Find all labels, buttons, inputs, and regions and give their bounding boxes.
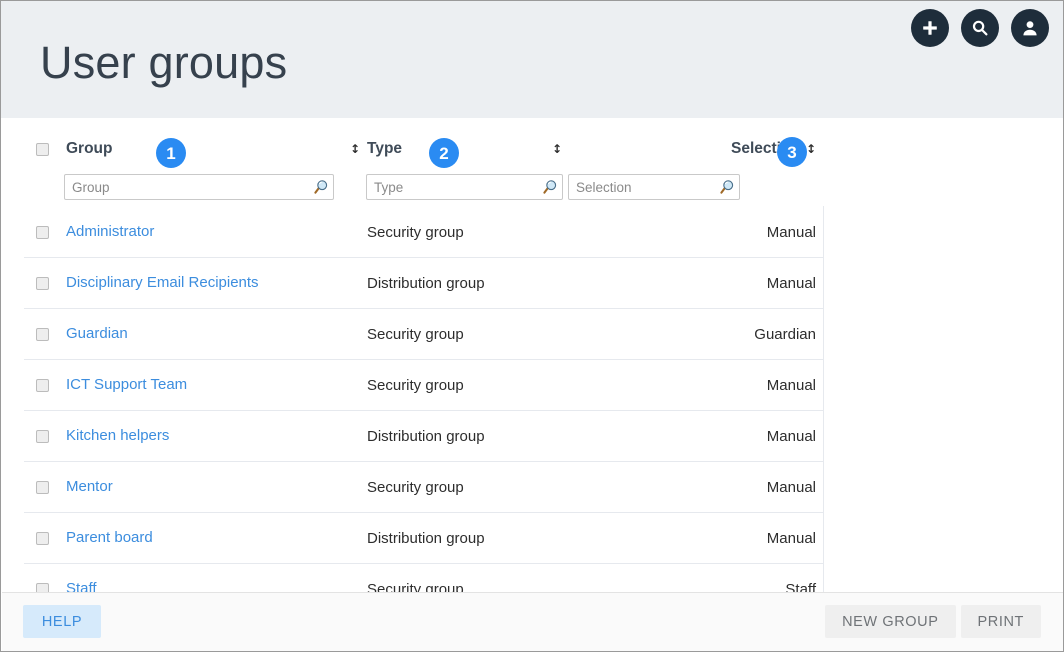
row-checkbox[interactable]	[36, 378, 49, 392]
cell-selection: Manual	[766, 427, 816, 445]
step-badge-3: 3	[777, 137, 807, 167]
cell-type: Security group	[367, 223, 464, 241]
cell-group: Administrator	[64, 223, 366, 241]
user-groups-table: Group ↕ Type ↕ Selection ↕ Group Type Se…	[24, 131, 824, 614]
sort-toggle-type[interactable]: ↕	[552, 143, 568, 155]
cell-selection: Manual	[766, 223, 816, 241]
row-checkbox[interactable]	[36, 225, 49, 239]
cell-type: Distribution group	[367, 529, 485, 547]
group-link[interactable]: Kitchen helpers	[64, 427, 169, 444]
group-link[interactable]: Disciplinary Email Recipients	[64, 274, 259, 291]
table-row[interactable]: Administrator Security group Manual	[24, 207, 824, 257]
column-header-group-label: Group	[66, 140, 113, 157]
person-icon	[1020, 18, 1040, 38]
row-select-cell	[24, 429, 64, 443]
row-checkbox[interactable]	[36, 531, 49, 545]
table-row[interactable]: ICT Support Team Security group Manual	[24, 359, 824, 410]
group-filter-input[interactable]	[64, 174, 334, 200]
row-select-cell	[24, 327, 64, 341]
cell-group: ICT Support Team	[64, 376, 366, 394]
column-header-type-label: Type	[367, 140, 403, 157]
sort-toggle-selection[interactable]: ↕	[806, 143, 816, 155]
type-filter-input[interactable]	[366, 174, 563, 200]
table-row[interactable]: Guardian Security group Guardian	[24, 308, 824, 359]
search-button[interactable]	[961, 9, 999, 47]
cell-selection: Manual	[766, 529, 816, 547]
step-badge-2: 2	[429, 138, 459, 168]
cell-selection: Manual	[766, 274, 816, 292]
cell-selection: Manual	[766, 376, 816, 394]
table-row[interactable]: Mentor Security group Manual	[24, 461, 824, 512]
table-filter-row	[24, 167, 824, 207]
cell-type: Security group	[367, 376, 464, 394]
selection-filter-cell	[568, 174, 740, 200]
print-button[interactable]: PRINT	[960, 605, 1041, 638]
selection-filter-input[interactable]	[568, 174, 740, 200]
type-filter-cell	[366, 174, 563, 200]
select-all-checkbox[interactable]	[36, 142, 49, 156]
cell-group: Parent board	[64, 529, 366, 547]
table-header-row: Group ↕ Type ↕ Selection ↕	[24, 131, 824, 167]
table-row[interactable]: Parent board Distribution group Manual	[24, 512, 824, 563]
row-checkbox[interactable]	[36, 276, 49, 290]
cell-selection: Manual	[766, 478, 816, 496]
group-link[interactable]: Mentor	[64, 478, 113, 495]
cell-group: Kitchen helpers	[64, 427, 366, 445]
group-link[interactable]: Guardian	[64, 325, 128, 342]
row-select-cell	[24, 378, 64, 392]
cell-group: Disciplinary Email Recipients	[64, 274, 366, 292]
cell-selection: Guardian	[754, 325, 816, 343]
group-link[interactable]: Parent board	[64, 529, 153, 546]
header-action-bar	[911, 9, 1049, 47]
group-link[interactable]: Administrator	[64, 223, 154, 240]
row-checkbox[interactable]	[36, 327, 49, 341]
cell-type: Security group	[367, 478, 464, 496]
help-button[interactable]: HELP	[23, 605, 101, 638]
select-all-cell	[24, 142, 64, 156]
page-header: User groups	[1, 1, 1063, 118]
footer-action-group: NEW GROUP PRINT	[825, 605, 1041, 638]
sort-toggle-group[interactable]: ↕	[350, 143, 366, 155]
group-filter-cell	[64, 174, 334, 200]
cell-group: Mentor	[64, 478, 366, 496]
table-body: Administrator Security group Manual Discipl…	[24, 207, 824, 614]
table-right-border	[823, 206, 824, 597]
page-title: User groups	[40, 37, 288, 88]
row-select-cell	[24, 480, 64, 494]
step-badge-1: 1	[156, 138, 186, 168]
footer-bar: HELP NEW GROUP PRINT	[2, 592, 1063, 651]
row-checkbox[interactable]	[36, 429, 49, 443]
plus-icon	[920, 18, 940, 38]
cell-type: Security group	[367, 325, 464, 343]
table-row[interactable]: Disciplinary Email Recipients Distributio…	[24, 257, 824, 308]
magnifier-icon	[970, 18, 990, 38]
row-checkbox[interactable]	[36, 480, 49, 494]
add-button[interactable]	[911, 9, 949, 47]
row-select-cell	[24, 276, 64, 290]
cell-type: Distribution group	[367, 427, 485, 445]
cell-group: Guardian	[64, 325, 366, 343]
column-header-type[interactable]: Type ↕	[366, 140, 568, 158]
group-link[interactable]: ICT Support Team	[64, 376, 187, 393]
column-header-group[interactable]: Group ↕	[64, 140, 366, 158]
cell-type: Distribution group	[367, 274, 485, 292]
user-groups-window: User groups Group ↕ Type ↕ Selection ↕ G…	[0, 0, 1064, 652]
new-group-button[interactable]: NEW GROUP	[825, 605, 956, 638]
table-row[interactable]: Kitchen helpers Distribution group Manual	[24, 410, 824, 461]
account-button[interactable]	[1011, 9, 1049, 47]
row-select-cell	[24, 225, 64, 239]
row-select-cell	[24, 531, 64, 545]
